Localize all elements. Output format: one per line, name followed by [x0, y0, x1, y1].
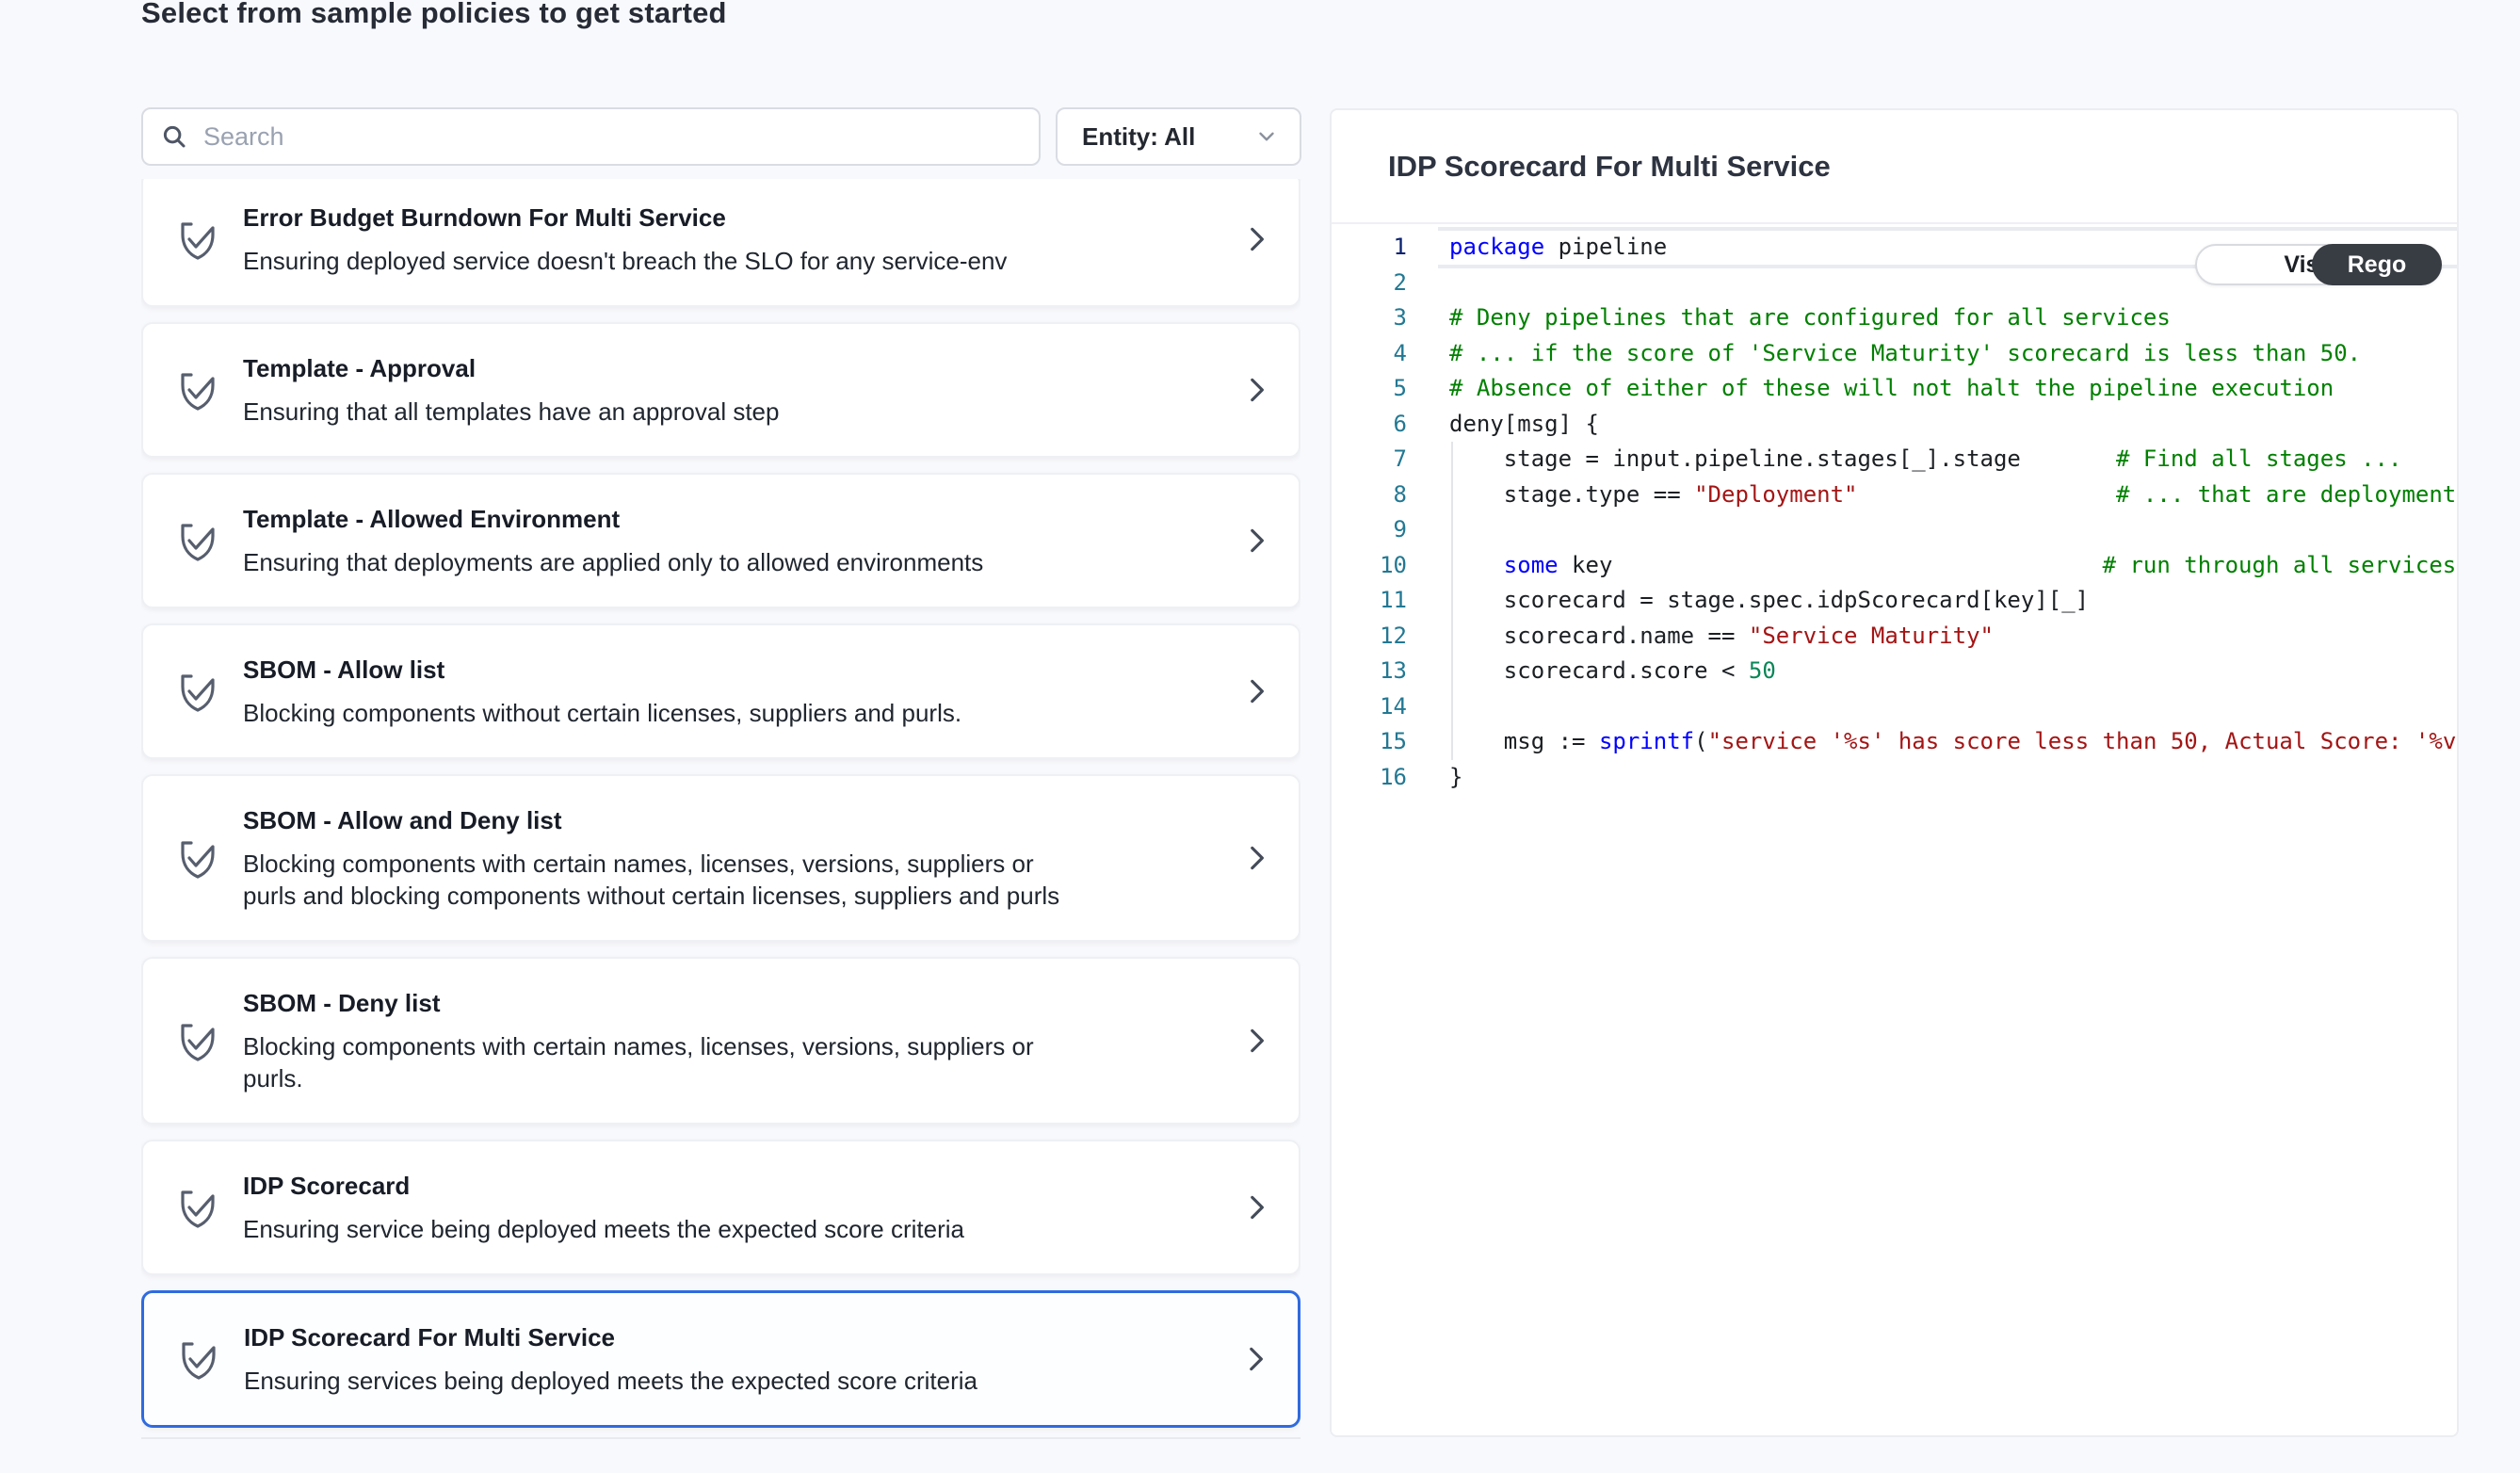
policy-title: SBOM - Allow and Deny list [243, 804, 1216, 836]
code-line: 8 stage.type == "Deployment" # ... that … [1332, 478, 2457, 513]
policy-card[interactable]: Error Budget Burndown For Multi Service … [141, 179, 1300, 307]
policy-description: Blocking components with certain names, … [243, 1030, 1072, 1094]
policy-card[interactable]: Template - Approval Ensuring that all te… [141, 322, 1300, 458]
detail-title: IDP Scorecard For Multi Service [1388, 150, 1831, 184]
view-mode-toggle: Visual Rego [2195, 244, 2442, 285]
policy-title: SBOM - Deny list [243, 987, 1216, 1019]
code-line: 3# Deny pipelines that are configured fo… [1332, 300, 2457, 336]
policy-title: Template - Allowed Environment [243, 503, 1216, 535]
policy-description: Ensuring deployed service doesn't breach… [243, 245, 1072, 277]
policy-title: SBOM - Allow list [243, 654, 1216, 686]
policy-detail-panel: IDP Scorecard For Multi Service Visual R… [1330, 108, 2459, 1437]
chevron-right-icon [1240, 525, 1272, 557]
policy-card[interactable]: IDP Scorecard For Multi Service Ensuring… [141, 1290, 1300, 1428]
policy-description: Ensuring services being deployed meets t… [244, 1365, 1073, 1397]
policy-card[interactable]: Template - Allowed Environment Ensuring … [141, 473, 1300, 608]
shield-check-icon [177, 217, 218, 262]
code-line: 5# Absence of either of these will not h… [1332, 371, 2457, 407]
policy-description: Ensuring that all templates have an appr… [243, 396, 1072, 428]
code-line: 9 [1332, 512, 2457, 548]
shield-check-icon [177, 518, 218, 563]
policy-list: Error Budget Burndown For Multi Service … [141, 179, 1300, 1437]
code-line: 7 stage = input.pipeline.stages[_].stage… [1332, 442, 2457, 478]
entity-filter-dropdown[interactable]: Entity: All [1056, 107, 1301, 166]
code-line: 4# ... if the score of 'Service Maturity… [1332, 336, 2457, 372]
code-line: 6deny[msg] { [1332, 407, 2457, 443]
entity-filter-label: Entity: All [1082, 122, 1195, 152]
shield-check-icon [177, 1185, 218, 1230]
search-input[interactable] [203, 122, 1022, 152]
code-editor[interactable]: Visual Rego 1package pipeline23# Deny pi… [1332, 224, 2457, 1433]
chevron-right-icon [1240, 1025, 1272, 1057]
chevron-right-icon [1240, 842, 1272, 874]
code-lines: 1package pipeline23# Deny pipelines that… [1332, 224, 2457, 795]
policy-description: Blocking components without certain lice… [243, 697, 1072, 729]
shield-check-icon [177, 669, 218, 714]
policy-card[interactable]: SBOM - Deny list Blocking components wit… [141, 957, 1300, 1125]
shield-check-icon [177, 367, 218, 413]
page-title: Select from sample policies to get start… [141, 0, 727, 30]
chevron-right-icon [1240, 1191, 1272, 1223]
chevron-down-icon [1254, 124, 1279, 149]
shield-check-icon [177, 1018, 218, 1063]
chevron-right-icon [1240, 223, 1272, 255]
chevron-right-icon [1239, 1343, 1271, 1375]
list-bottom-divider [141, 1437, 1300, 1439]
policy-title: Error Budget Burndown For Multi Service [243, 202, 1216, 234]
chevron-right-icon [1240, 374, 1272, 406]
code-line: 13 scorecard.score < 50 [1332, 654, 2457, 689]
shield-check-icon [178, 1336, 219, 1382]
code-line: 12 scorecard.name == "Service Maturity" [1332, 619, 2457, 655]
shield-check-icon [177, 835, 218, 881]
policy-description: Ensuring that deployments are applied on… [243, 546, 1072, 578]
policy-description: Ensuring service being deployed meets th… [243, 1213, 1072, 1245]
policy-card[interactable]: SBOM - Allow list Blocking components wi… [141, 623, 1300, 759]
code-line: 16} [1332, 760, 2457, 796]
code-line: 10 some key # run through all services [1332, 548, 2457, 584]
chevron-right-icon [1240, 675, 1272, 707]
policy-card[interactable]: IDP Scorecard Ensuring service being dep… [141, 1140, 1300, 1275]
code-line: 14 [1332, 689, 2457, 725]
search-box[interactable] [141, 107, 1041, 166]
toggle-rego-button[interactable]: Rego [2312, 244, 2442, 285]
detail-header: IDP Scorecard For Multi Service [1332, 110, 2457, 224]
code-line: 11 scorecard = stage.spec.idpScorecard[k… [1332, 583, 2457, 619]
policy-title: IDP Scorecard For Multi Service [244, 1321, 1215, 1353]
search-icon [160, 122, 188, 151]
policy-card[interactable]: SBOM - Allow and Deny list Blocking comp… [141, 774, 1300, 942]
code-line: 15 msg := sprintf("service '%s' has scor… [1332, 724, 2457, 760]
policy-description: Blocking components with certain names, … [243, 848, 1072, 912]
policy-title: Template - Approval [243, 352, 1216, 384]
policy-title: IDP Scorecard [243, 1170, 1216, 1202]
